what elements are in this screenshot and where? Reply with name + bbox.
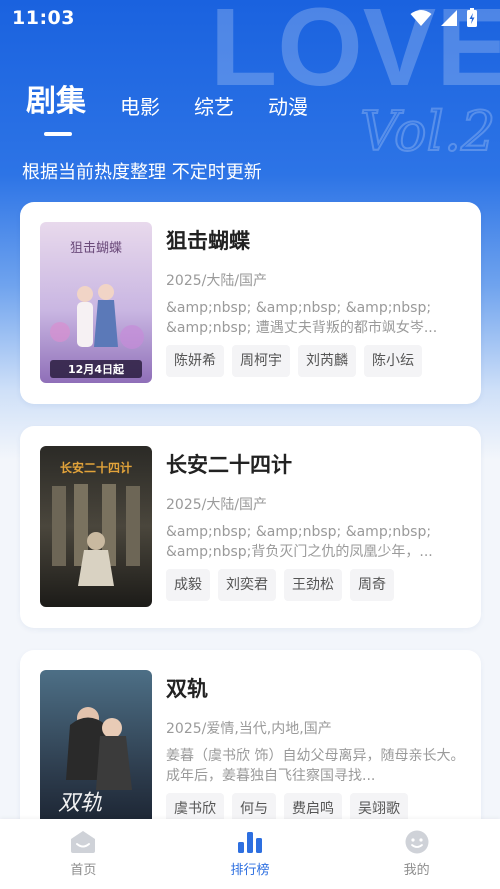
status-bar: 11:03 xyxy=(0,0,500,36)
cast-tag[interactable]: 周奇 xyxy=(350,569,394,601)
category-tabs: 剧集 电影 综艺 动漫 xyxy=(26,76,308,136)
cast-tags: 陈妍希 周柯宇 刘芮麟 陈小纭 xyxy=(166,345,466,377)
cast-tag[interactable]: 刘芮麟 xyxy=(298,345,356,377)
item-meta: 2025/大陆/国产 xyxy=(166,497,268,513)
nav-profile-label: 我的 xyxy=(403,863,430,878)
item-description: &amp;nbsp; &amp;nbsp; &amp;nbsp; &amp;nb… xyxy=(166,300,438,336)
list-item[interactable]: 长安二十四计 长安二十四计 2025/大陆/国产 &amp;nbsp; &amp… xyxy=(20,426,481,628)
nav-profile[interactable]: 我的 xyxy=(357,830,477,878)
item-title: 双轨 xyxy=(166,677,208,701)
item-description: &amp;nbsp; &amp;nbsp; &amp;nbsp; &amp;nb… xyxy=(166,524,433,560)
cast-tags: 成毅 刘奕君 王劲松 周奇 xyxy=(166,569,466,601)
poster-image: 双轨 xyxy=(40,670,152,831)
svg-text:Vol.2: Vol.2 xyxy=(360,100,495,163)
list-item[interactable]: 狙击蝴蝶 12月4日起 狙击蝴蝶 2025/大陆/国产 &amp;nbsp; &… xyxy=(20,202,481,404)
item-title: 长安二十四计 xyxy=(166,453,292,477)
signal-icon xyxy=(441,10,457,26)
nav-home-label: 首页 xyxy=(70,863,97,878)
bottom-navigation: 首页 排行榜 我的 xyxy=(0,819,500,889)
svg-text:12月4日起: 12月4日起 xyxy=(68,362,125,376)
battery-icon xyxy=(467,8,477,27)
svg-text:长安二十四计: 长安二十四计 xyxy=(60,460,132,475)
home-icon xyxy=(71,831,96,853)
item-meta: 2025/爱情,当代,内地,国产 xyxy=(166,721,332,737)
cast-tag[interactable]: 成毅 xyxy=(166,569,210,601)
tab-movies[interactable]: 电影 xyxy=(120,91,160,120)
svg-text:双轨: 双轨 xyxy=(58,791,102,816)
item-meta: 2025/大陆/国产 xyxy=(166,273,268,289)
tab-series[interactable]: 剧集 xyxy=(26,76,86,136)
item-description: 姜暮（虞书欣 饰）自幼父母离异，随母亲长大。成年后，姜暮独自飞往察国寻找... xyxy=(166,748,465,784)
cast-tag[interactable]: 王劲松 xyxy=(284,569,342,601)
item-title: 狙击蝴蝶 xyxy=(166,229,250,253)
svg-text:狙击蝴蝶: 狙击蝴蝶 xyxy=(70,241,122,256)
profile-icon xyxy=(405,830,429,854)
cast-tag[interactable]: 刘奕君 xyxy=(218,569,276,601)
ranking-list: 狙击蝴蝶 12月4日起 狙击蝴蝶 2025/大陆/国产 &amp;nbsp; &… xyxy=(20,202,481,874)
nav-home[interactable]: 首页 xyxy=(23,830,143,878)
poster-image: 长安二十四计 xyxy=(40,446,152,607)
cast-tag[interactable]: 周柯宇 xyxy=(232,345,290,377)
status-time: 11:03 xyxy=(12,7,75,29)
nav-ranking-label: 排行榜 xyxy=(230,863,270,878)
wifi-icon xyxy=(410,10,432,26)
cast-tag[interactable]: 陈小纭 xyxy=(364,345,422,377)
nav-ranking[interactable]: 排行榜 xyxy=(190,830,310,878)
poster-image: 狙击蝴蝶 12月4日起 xyxy=(40,222,152,383)
ranking-icon xyxy=(237,832,262,853)
tab-anime[interactable]: 动漫 xyxy=(268,91,308,120)
page-subtitle: 根据当前热度整理 不定时更新 xyxy=(22,162,262,183)
tab-variety[interactable]: 综艺 xyxy=(194,91,234,120)
cast-tag[interactable]: 陈妍希 xyxy=(166,345,224,377)
